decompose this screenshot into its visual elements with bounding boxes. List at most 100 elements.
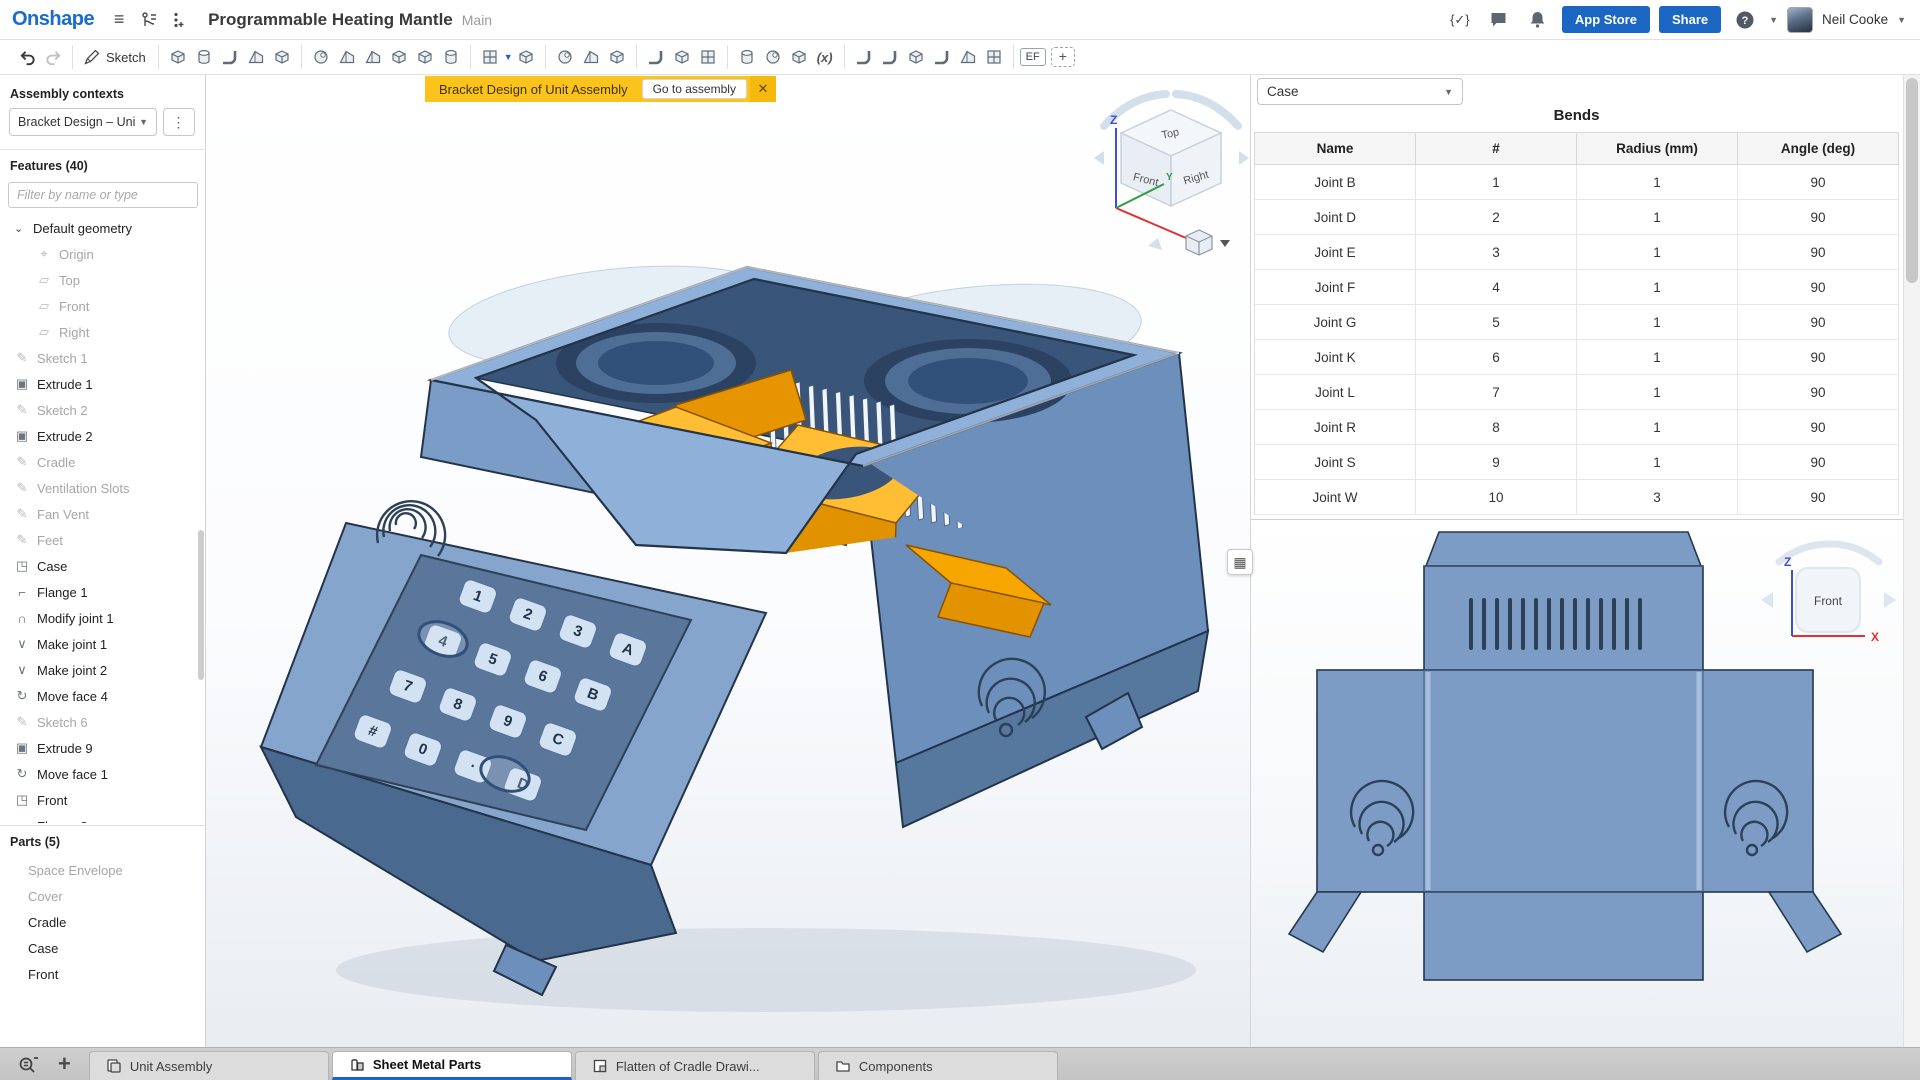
part-cover[interactable]: Cover — [0, 883, 206, 909]
feature-make-joint-1[interactable]: ∨Make joint 1 — [0, 631, 206, 657]
model-viewport[interactable]: 1 2 3 A 4 5 6 B 7 8 9 C # 0 · D — [206, 75, 1250, 1047]
tab-unit-assembly[interactable]: Unit Assembly — [89, 1051, 329, 1080]
helix-icon[interactable] — [734, 44, 760, 70]
move-face-icon[interactable] — [643, 44, 669, 70]
feature-origin[interactable]: ⌖Origin — [0, 241, 206, 267]
feature-make-joint-2[interactable]: ∨Make joint 2 — [0, 657, 206, 683]
table-row[interactable]: Joint G5190 — [1255, 305, 1899, 340]
fillet-icon[interactable] — [308, 44, 334, 70]
help-icon[interactable]: ? — [1730, 7, 1760, 33]
banner-close-icon[interactable]: ✕ — [750, 76, 776, 102]
tab-sheet-metal-parts[interactable]: Sheet Metal Parts — [332, 1051, 572, 1080]
user-caret-icon[interactable]: ▼ — [1897, 15, 1906, 25]
table-row[interactable]: Joint R8190 — [1255, 410, 1899, 445]
feature-tree-scrollbar[interactable] — [198, 530, 204, 680]
draft-icon[interactable] — [360, 44, 386, 70]
feature-extrude-9[interactable]: ▣Extrude 9 — [0, 735, 206, 761]
view-cube[interactable]: Top Front Right Z X Y — [1086, 88, 1250, 258]
rotate-left-icon[interactable] — [1094, 151, 1104, 165]
delete-face-icon[interactable] — [604, 44, 630, 70]
split-icon[interactable] — [578, 44, 604, 70]
part-front[interactable]: Front — [0, 961, 206, 987]
column-header-name[interactable]: Name — [1255, 133, 1416, 165]
rotate-right-icon[interactable] — [1239, 151, 1249, 165]
part-case[interactable]: Case — [0, 935, 206, 961]
feature-plane-right[interactable]: ▱Right — [0, 319, 206, 345]
table-row[interactable]: Joint L7190 — [1255, 375, 1899, 410]
bend-table-toggle-button[interactable]: ▦ — [1227, 549, 1253, 575]
mirror-icon[interactable] — [513, 44, 539, 70]
go-to-assembly-button[interactable]: Go to assembly — [642, 79, 747, 99]
manage-tabs-icon[interactable] — [18, 1054, 40, 1074]
assembly-context-dropdown[interactable]: Bracket Design – Uni ▼ — [9, 108, 157, 136]
onshape-logo[interactable]: Onshape — [12, 8, 94, 31]
column-header-radius[interactable]: Radius (mm) — [1577, 133, 1738, 165]
main-menu-icon[interactable]: ≡ — [104, 7, 134, 33]
help-caret-icon[interactable]: ▼ — [1769, 15, 1778, 25]
rotate-down-icon[interactable] — [1148, 238, 1162, 250]
boolean-icon[interactable] — [552, 44, 578, 70]
comments-icon[interactable] — [1484, 7, 1514, 33]
loft-icon[interactable] — [243, 44, 269, 70]
feature-sketch-2[interactable]: ✎Sketch 2 — [0, 397, 206, 423]
mate-connector-icon[interactable] — [786, 44, 812, 70]
vertical-scrollbar[interactable] — [1903, 75, 1920, 1047]
chamfer-icon[interactable] — [334, 44, 360, 70]
table-row[interactable]: Joint D2190 — [1255, 200, 1899, 235]
feature-extrude-2[interactable]: ▣Extrude 2 — [0, 423, 206, 449]
part-selector-dropdown[interactable]: Case ▼ — [1257, 78, 1463, 105]
table-row[interactable]: Joint B1190 — [1255, 165, 1899, 200]
flat-pattern-view[interactable]: Front Z X — [1251, 520, 1904, 1047]
variable-icon[interactable]: (x) — [812, 44, 838, 70]
feature-script-icon[interactable]: {✓} — [1445, 7, 1475, 33]
feature-plane-top[interactable]: ▱Top — [0, 267, 206, 293]
linear-pattern-icon[interactable] — [477, 44, 503, 70]
feature-sketch-6[interactable]: ✎Sketch 6 — [0, 709, 206, 735]
feature-filter-input[interactable] — [8, 182, 198, 208]
offset-surface-icon[interactable] — [669, 44, 695, 70]
undo-icon[interactable] — [14, 44, 40, 70]
tab-icon[interactable] — [903, 44, 929, 70]
table-row[interactable]: Joint E3190 — [1255, 235, 1899, 270]
pattern-caret-icon[interactable]: ▼ — [504, 52, 513, 62]
feature-default-geometry[interactable]: ⌄Default geometry — [0, 215, 206, 241]
feature-move-face-1[interactable]: ↻Move face 1 — [0, 761, 206, 787]
feature-flange-2[interactable]: ⌐Flange 2 — [0, 813, 206, 823]
corner-icon[interactable] — [955, 44, 981, 70]
user-name[interactable]: Neil Cooke — [1822, 12, 1888, 27]
tab-components[interactable]: Components — [818, 1051, 1058, 1080]
context-menu-kebab-button[interactable]: ⋮ — [163, 108, 195, 136]
feature-extrude-1[interactable]: ▣Extrude 1 — [0, 371, 206, 397]
feature-modify-joint-1[interactable]: ∩Modify joint 1 — [0, 605, 206, 631]
flat-pattern-drawing[interactable] — [1289, 532, 1841, 980]
shell-icon[interactable] — [412, 44, 438, 70]
flat-view-indicator[interactable]: Front Z X — [1761, 544, 1896, 644]
share-button[interactable]: Share — [1659, 6, 1721, 33]
flange-icon[interactable] — [877, 44, 903, 70]
hole-icon[interactable] — [438, 44, 464, 70]
sketch-icon[interactable] — [79, 44, 105, 70]
feature-cradle-sketch[interactable]: ✎Cradle — [0, 449, 206, 475]
avatar[interactable] — [1787, 7, 1813, 33]
sketch-label[interactable]: Sketch — [106, 50, 146, 65]
create-version-icon[interactable] — [164, 7, 194, 33]
rib-icon[interactable] — [386, 44, 412, 70]
fill-surface-icon[interactable] — [695, 44, 721, 70]
feature-ventilation-slots[interactable]: ✎Ventilation Slots — [0, 475, 206, 501]
flatten-icon[interactable] — [981, 44, 1007, 70]
chevron-down-icon[interactable]: ⌄ — [14, 222, 26, 235]
version-tree-icon[interactable] — [134, 7, 164, 33]
app-store-button[interactable]: App Store — [1562, 6, 1650, 33]
rotate-right-icon[interactable] — [1884, 592, 1896, 608]
bend-icon[interactable] — [929, 44, 955, 70]
thicken-icon[interactable] — [269, 44, 295, 70]
feature-feet[interactable]: ✎Feet — [0, 527, 206, 553]
column-header-number[interactable]: # — [1416, 133, 1577, 165]
table-row[interactable]: Joint F4190 — [1255, 270, 1899, 305]
feature-plane-front[interactable]: ▱Front — [0, 293, 206, 319]
measure-icon[interactable] — [760, 44, 786, 70]
feature-flange-1[interactable]: ⌐Flange 1 — [0, 579, 206, 605]
workspace-name[interactable]: Main — [462, 12, 492, 28]
sheet-metal-model-icon[interactable] — [851, 44, 877, 70]
column-header-angle[interactable]: Angle (deg) — [1738, 133, 1899, 165]
